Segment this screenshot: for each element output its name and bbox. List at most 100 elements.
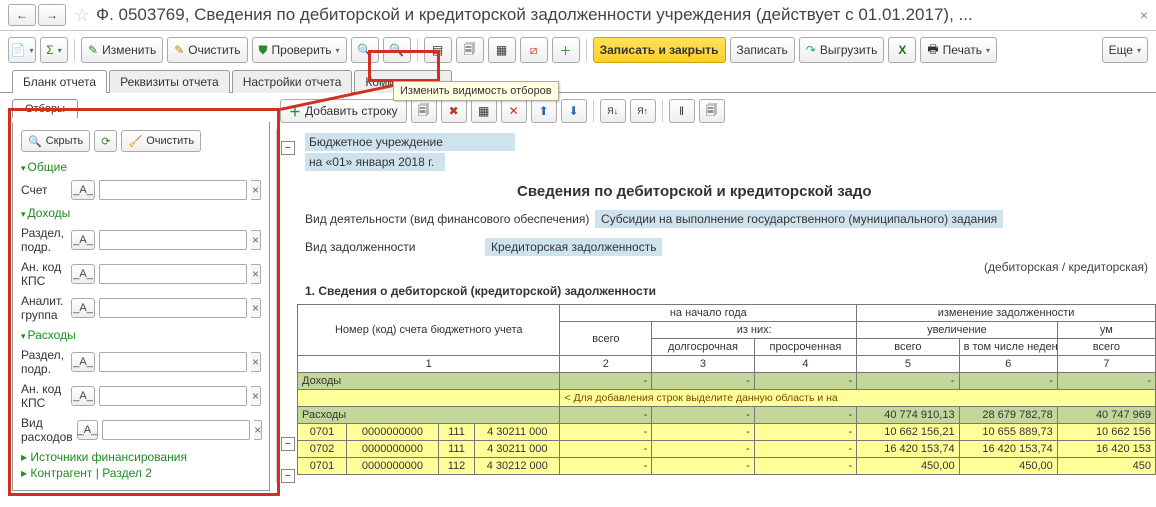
form-btn-3[interactable]: ▦ (488, 37, 516, 63)
cell: 450 (1057, 458, 1155, 475)
write-button[interactable]: Записать (730, 37, 795, 63)
razdel-i-clear[interactable]: × (251, 230, 261, 250)
ankps-e-mode[interactable]: _А_ (71, 386, 95, 406)
more-button[interactable]: Еще▾ (1102, 37, 1148, 63)
filter-clear-button[interactable]: 🧹Очистить (121, 130, 201, 152)
rpt-btn-sortza[interactable]: Я↑ (630, 99, 656, 123)
table-head: Номер (код) счета бюджетного учета на на… (298, 305, 1156, 373)
analit-clear[interactable]: × (251, 298, 261, 318)
cell: 112 (438, 458, 474, 475)
data-table[interactable]: Номер (код) счета бюджетного учета на на… (297, 304, 1156, 475)
account-input[interactable] (99, 180, 247, 200)
ankps-e-input[interactable] (99, 386, 247, 406)
subtab-filters[interactable]: Отборы (12, 99, 78, 118)
tab-strip: Бланк отчета Реквизиты отчета Настройки … (0, 69, 1156, 93)
label-ankps-i: Ан. код КПС (21, 260, 67, 288)
account-mode[interactable]: _А_ (71, 180, 95, 200)
ankps-i-clear[interactable]: × (251, 264, 261, 284)
rpt-btn-down[interactable]: ⬇ (561, 99, 587, 123)
form-btn-4[interactable]: ⧄ (520, 37, 548, 63)
back-button[interactable]: ← (8, 4, 36, 26)
tab-blank[interactable]: Бланк отчета (12, 70, 107, 93)
razdel-e-mode[interactable]: _А_ (71, 352, 95, 372)
row-hint[interactable]: < Для добавления строк выделите данную о… (298, 390, 1156, 407)
edit-button[interactable]: ✎Изменить (81, 37, 163, 63)
cell: 10 662 156,21 (857, 424, 959, 441)
th-long: долгосрочная (652, 339, 754, 356)
add-row-label: Добавить строку (305, 104, 398, 118)
group-sources[interactable]: ▸ Источники финансирования (21, 450, 261, 464)
outline-collapse-1[interactable]: − (281, 141, 295, 155)
org-name: Бюджетное учреждение (305, 133, 515, 151)
th-dec: ум (1057, 322, 1155, 339)
plus-icon: ＋ (289, 103, 301, 120)
rpt-btn-copy[interactable]: 🗐 (411, 99, 437, 123)
activity-label: Вид деятельности (вид финансового обеспе… (305, 212, 595, 226)
group-income[interactable]: ▾Доходы (21, 206, 261, 220)
record-close-button[interactable]: Записать и закрыть (593, 37, 726, 63)
account-clear[interactable]: × (251, 180, 261, 200)
zoom-reset-button[interactable]: 🔍 (383, 37, 411, 63)
rpt-btn-up[interactable]: ⬆ (531, 99, 557, 123)
razdel-i-input[interactable] (99, 230, 247, 250)
check-button[interactable]: ⛊Проверить▾ (252, 37, 347, 63)
refresh-button[interactable]: ⟳ (94, 130, 117, 152)
th-noncash: в том числе неденежные расчеты (959, 339, 1057, 356)
broom-icon: 🧹 (128, 135, 142, 148)
excel-button[interactable]: X (888, 37, 916, 63)
ankps-i-mode[interactable]: _А_ (71, 264, 95, 284)
razdel-e-input[interactable] (99, 352, 247, 372)
ankps-e-clear[interactable]: × (251, 386, 261, 406)
analit-mode[interactable]: _А_ (71, 298, 95, 318)
vidrash-input[interactable] (102, 420, 250, 440)
main-toolbar: 📄▾ Σ▾ ✎Изменить ✎Очистить ⛊Проверить▾ 🔍 … (0, 31, 1156, 69)
row-expense[interactable]: Расходы --- 40 774 910,13 28 679 782,78 … (298, 407, 1156, 424)
cell: 4 30211 000 (475, 424, 560, 441)
vidrash-clear[interactable]: × (254, 420, 262, 440)
rpt-btn-cols[interactable]: ‖ (669, 99, 695, 123)
group-general[interactable]: ▾Общие (21, 160, 261, 174)
vidrash-mode[interactable]: _А_ (77, 420, 99, 440)
rpt-btn-delete[interactable]: ✖ (441, 99, 467, 123)
form-btn-5[interactable]: ＋ (552, 37, 580, 63)
ankps-i-input[interactable] (99, 264, 247, 284)
rpt-btn-5[interactable]: ✕ (501, 99, 527, 123)
table-row[interactable]: 0701 0000000000 111 4 30211 000 --- 10 6… (298, 424, 1156, 441)
analit-input[interactable] (99, 298, 247, 318)
sum-button[interactable]: Σ▾ (40, 37, 68, 63)
form-btn-1[interactable]: ▤ (424, 37, 452, 63)
table-row[interactable]: 0701 0000000000 112 4 30212 000 --- 450,… (298, 458, 1156, 475)
cell: 40 747 969 (1057, 407, 1155, 424)
razdel-e-clear[interactable]: × (251, 352, 261, 372)
cell: 0000000000 (347, 424, 439, 441)
outline-collapse-2[interactable]: − (281, 437, 295, 451)
add-row-button[interactable]: ＋ Добавить строку (280, 99, 407, 123)
tab-requisites[interactable]: Реквизиты отчета (109, 70, 230, 93)
close-icon[interactable]: × (1140, 7, 1148, 23)
label-analit: Аналит. группа (21, 294, 67, 322)
zoom-button[interactable]: 🔍 (351, 37, 379, 63)
print-button[interactable]: 🖶Печать▾ (920, 37, 997, 63)
rpt-btn-4[interactable]: ▦ (471, 99, 497, 123)
clear-button[interactable]: ✎Очистить (167, 37, 247, 63)
group-expense[interactable]: ▾Расходы (21, 328, 261, 342)
rpt-btn-sortaz[interactable]: Я↓ (600, 99, 626, 123)
favorite-icon[interactable]: ☆ (74, 5, 90, 26)
table-row[interactable]: 0702 0000000000 111 4 30211 000 --- 16 4… (298, 441, 1156, 458)
export-button[interactable]: ↷Выгрузить (799, 37, 885, 63)
separator (586, 39, 587, 61)
debt-sublabel: (дебиторская / кредиторская) (305, 260, 1148, 274)
forward-button[interactable]: → (38, 4, 66, 26)
form-btn-2[interactable]: 🗐 (456, 37, 484, 63)
group-counterparty[interactable]: ▸ Контрагент | Раздел 2 (21, 466, 261, 480)
rpt-btn-copy2[interactable]: 🗐 (699, 99, 725, 123)
row-income[interactable]: Доходы ------ (298, 373, 1156, 390)
new-doc-button[interactable]: 📄▾ (8, 37, 36, 63)
cell: 0702 (298, 441, 347, 458)
edit-label: Изменить (102, 43, 156, 57)
razdel-i-mode[interactable]: _А_ (71, 230, 95, 250)
check-label: Проверить (272, 43, 332, 57)
hide-button[interactable]: 🔍Скрыть (21, 130, 90, 152)
outline-collapse-3[interactable]: − (281, 469, 295, 483)
tab-settings[interactable]: Настройки отчета (232, 70, 353, 93)
